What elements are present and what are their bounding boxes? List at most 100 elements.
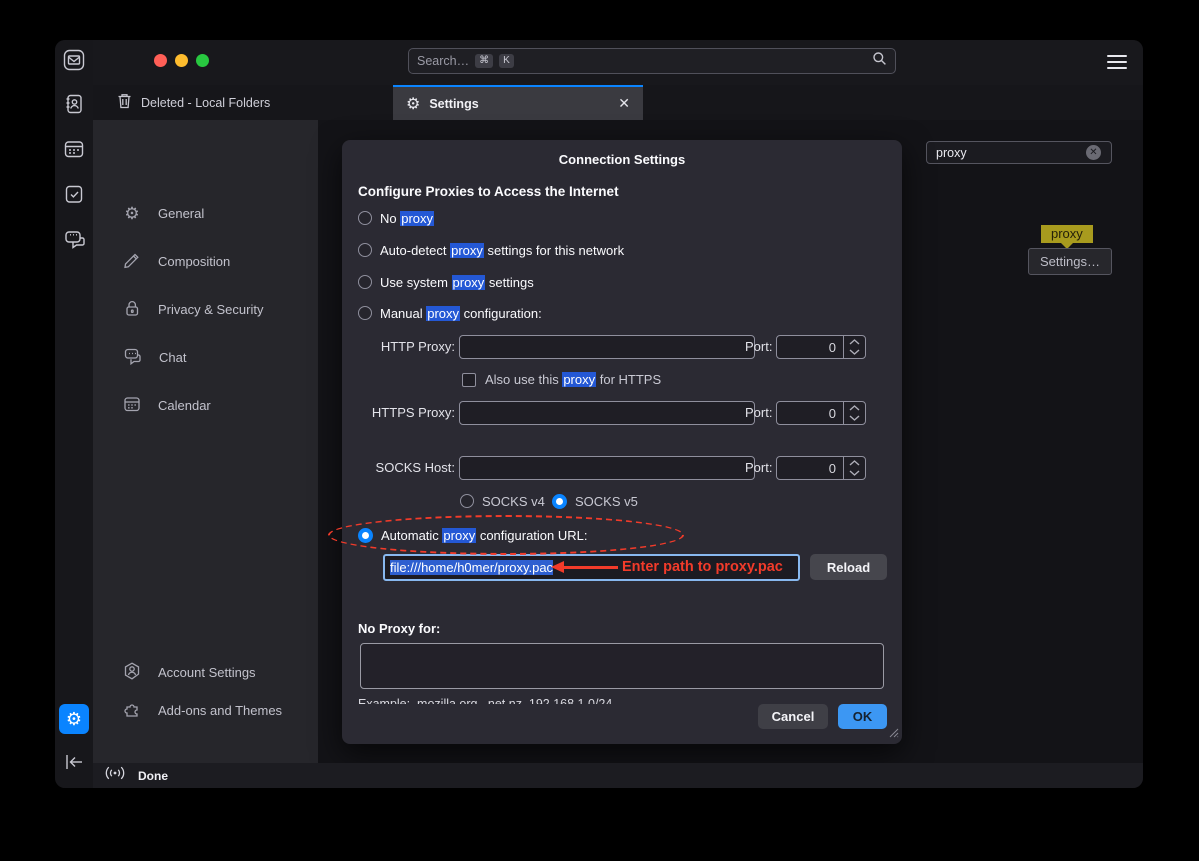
radio-autodetect-proxy[interactable]: Auto-detect proxy settings for this netw…	[358, 240, 624, 260]
checkbox[interactable]	[462, 373, 476, 387]
traffic-zoom-button[interactable]	[196, 54, 209, 67]
radio-circle[interactable]	[358, 306, 372, 320]
radio-label: SOCKS v5	[575, 494, 638, 509]
sidebar-item-calendar[interactable]: Calendar	[93, 389, 318, 421]
http-port-value: 0	[777, 340, 843, 355]
connection-settings-button[interactable]: Settings…	[1028, 248, 1112, 275]
radio-label: Automatic proxy configuration URL:	[381, 528, 588, 543]
connection-settings-dialog: Connection Settings Configure Proxies to…	[342, 140, 902, 744]
radio-manual-proxy[interactable]: Manual proxy configuration:	[358, 303, 542, 323]
search-icon	[872, 51, 887, 71]
dialog-title: Connection Settings	[342, 152, 902, 167]
https-port-field[interactable]: 0	[776, 401, 866, 425]
http-proxy-label: HTTP Proxy:	[342, 339, 455, 354]
resize-grip[interactable]	[886, 725, 899, 741]
chat-space-icon[interactable]	[62, 227, 86, 251]
sidebar-item-general[interactable]: ⚙ General	[93, 197, 318, 229]
gear-icon: ⚙	[123, 205, 141, 222]
socks-host-input[interactable]	[459, 456, 755, 480]
ok-button[interactable]: OK	[838, 704, 887, 729]
app-menu-icon[interactable]	[1107, 55, 1127, 69]
radio-label: SOCKS v4	[482, 494, 545, 509]
http-proxy-input[interactable]	[459, 335, 755, 359]
radio-circle-selected[interactable]	[358, 528, 373, 543]
no-proxy-for-textarea[interactable]	[360, 643, 884, 689]
no-proxy-for-label: No Proxy for:	[358, 621, 440, 636]
collapse-toolbar-icon[interactable]	[62, 750, 86, 774]
sidebar-item-label: Chat	[159, 350, 186, 365]
k-key-badge: K	[499, 54, 514, 68]
sidebar-item-composition[interactable]: Composition	[93, 245, 318, 277]
checkbox-label: Also use this proxy for HTTPS	[485, 372, 661, 387]
radio-system-proxy[interactable]: Use system proxy settings	[358, 272, 534, 292]
sidebar-item-label: Calendar	[158, 398, 211, 413]
radio-circle-selected[interactable]	[552, 494, 567, 509]
no-proxy-example-text: Example: .mozilla.org, .net.nz, 192.168.…	[358, 697, 788, 704]
port-label: Port:	[745, 405, 772, 420]
radio-automatic-proxy-url[interactable]: Automatic proxy configuration URL:	[358, 525, 588, 545]
spaces-toolbar: ⚙	[55, 40, 93, 788]
settings-search-input[interactable]	[926, 141, 1112, 164]
global-search-input[interactable]: Search… ⌘ K	[408, 48, 896, 74]
radio-label: Auto-detect proxy settings for this netw…	[380, 243, 624, 258]
tab-bar: Deleted - Local Folders ⚙ Settings ✕	[93, 85, 1143, 120]
gear-icon: ⚙	[406, 94, 420, 114]
clear-search-icon[interactable]: ✕	[1086, 145, 1101, 160]
socks-port-value: 0	[777, 461, 843, 476]
mail-space-icon[interactable]	[62, 48, 86, 72]
sidebar-item-label: Privacy & Security	[158, 302, 263, 317]
sidebar-item-chat[interactable]: Chat	[93, 341, 318, 373]
radio-socks-v5[interactable]: SOCKS v5	[552, 491, 638, 511]
radio-circle[interactable]	[358, 243, 372, 257]
http-port-spinner[interactable]	[843, 336, 865, 358]
settings-sidebar: ⚙ General Composition Privacy & Security…	[93, 120, 318, 763]
radio-socks-v4[interactable]: SOCKS v4	[460, 491, 545, 511]
tab-label: Deleted - Local Folders	[141, 96, 270, 110]
radio-no-proxy[interactable]: No proxy	[358, 208, 434, 228]
sidebar-item-privacy-security[interactable]: Privacy & Security	[93, 293, 318, 325]
sidebar-item-account-settings[interactable]: Account Settings	[93, 656, 318, 688]
sidebar-item-label: General	[158, 206, 204, 221]
socks-port-spinner[interactable]	[843, 457, 865, 479]
cancel-button[interactable]: Cancel	[758, 704, 828, 729]
account-icon	[123, 662, 141, 683]
search-placeholder: Search…	[417, 54, 469, 68]
sidebar-item-label: Account Settings	[158, 665, 256, 680]
radio-label: No proxy	[380, 211, 434, 226]
tasks-space-icon[interactable]	[62, 182, 86, 206]
tab-settings[interactable]: ⚙ Settings ✕	[393, 85, 643, 120]
lock-icon	[123, 299, 141, 320]
socks-port-field[interactable]: 0	[776, 456, 866, 480]
http-port-field[interactable]: 0	[776, 335, 866, 359]
cmd-key-badge: ⌘	[475, 54, 493, 68]
reload-button[interactable]: Reload	[810, 554, 887, 580]
https-port-spinner[interactable]	[843, 402, 865, 424]
title-bar: Search… ⌘ K	[93, 40, 1143, 85]
proxy-url-value: file:///home/h0mer/proxy.pac	[390, 560, 553, 575]
tab-deleted-local-folders[interactable]: Deleted - Local Folders	[111, 85, 276, 120]
traffic-minimize-button[interactable]	[175, 54, 188, 67]
radio-circle[interactable]	[358, 275, 372, 289]
dialog-heading: Configure Proxies to Access the Internet	[358, 184, 619, 199]
settings-space-icon-active[interactable]: ⚙	[59, 704, 89, 734]
status-text: Done	[138, 769, 168, 783]
also-use-https-checkbox-row[interactable]: Also use this proxy for HTTPS	[462, 372, 661, 387]
https-port-value: 0	[777, 406, 843, 421]
radio-circle[interactable]	[358, 211, 372, 225]
radio-label: Manual proxy configuration:	[380, 306, 542, 321]
traffic-close-button[interactable]	[154, 54, 167, 67]
sidebar-item-addons-themes[interactable]: Add-ons and Themes	[93, 694, 318, 726]
https-proxy-input[interactable]	[459, 401, 755, 425]
calendar-space-icon[interactable]	[62, 137, 86, 161]
proxy-url-input[interactable]: file:///home/h0mer/proxy.pac	[383, 554, 800, 581]
proxy-search-callout: proxy	[1041, 225, 1093, 243]
sidebar-item-label: Add-ons and Themes	[158, 703, 282, 718]
https-proxy-label: HTTPS Proxy:	[342, 405, 455, 420]
chat-icon	[123, 347, 142, 368]
calendar-icon	[123, 395, 141, 416]
address-book-space-icon[interactable]	[62, 92, 86, 116]
radio-circle[interactable]	[460, 494, 474, 508]
activity-icon	[105, 766, 125, 785]
trash-icon	[117, 93, 132, 112]
close-tab-icon[interactable]: ✕	[618, 95, 630, 112]
